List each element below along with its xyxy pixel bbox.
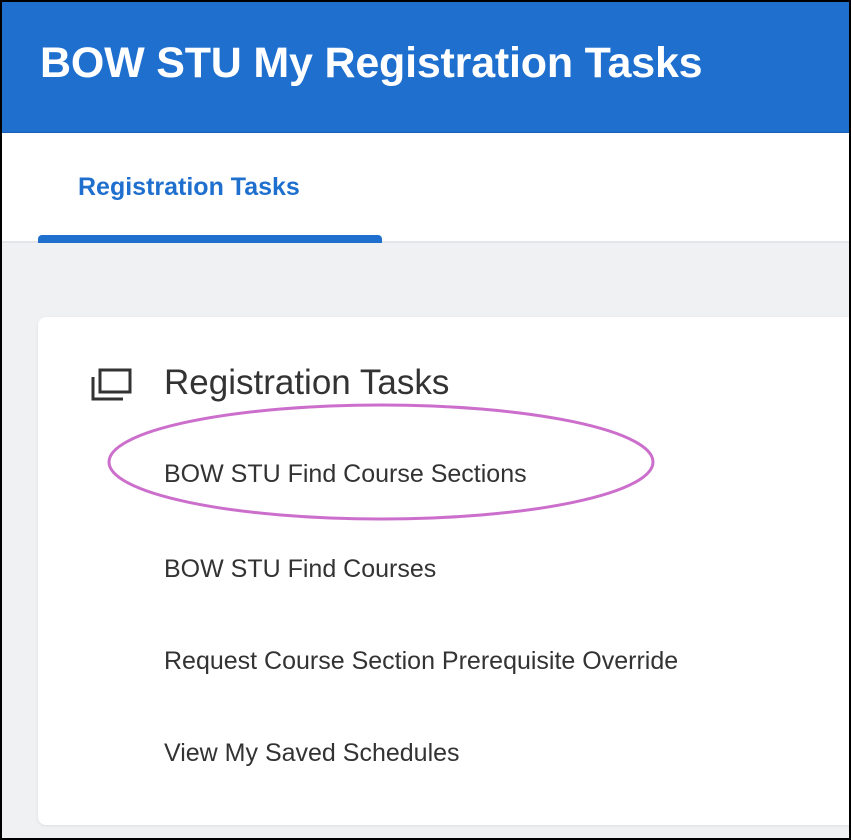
- active-tab-indicator: [38, 235, 382, 243]
- task-link-prerequisite-override[interactable]: Request Course Section Prerequisite Over…: [164, 646, 678, 676]
- page-title: BOW STU My Registration Tasks: [40, 39, 703, 87]
- registration-tasks-card: Registration Tasks BOW STU Find Course S…: [38, 317, 849, 825]
- tab-registration-tasks[interactable]: Registration Tasks: [38, 133, 382, 243]
- card-title: Registration Tasks: [164, 363, 450, 402]
- task-link-saved-schedules[interactable]: View My Saved Schedules: [164, 738, 460, 768]
- tab-label: Registration Tasks: [78, 173, 300, 201]
- tab-bar: Registration Tasks: [2, 133, 849, 243]
- stacked-windows-icon: [91, 368, 132, 401]
- page-header: BOW STU My Registration Tasks: [2, 2, 849, 133]
- app-window: BOW STU My Registration Tasks Registrati…: [0, 0, 851, 840]
- task-link-find-course-sections[interactable]: BOW STU Find Course Sections: [164, 459, 527, 489]
- task-link-find-courses[interactable]: BOW STU Find Courses: [164, 554, 436, 584]
